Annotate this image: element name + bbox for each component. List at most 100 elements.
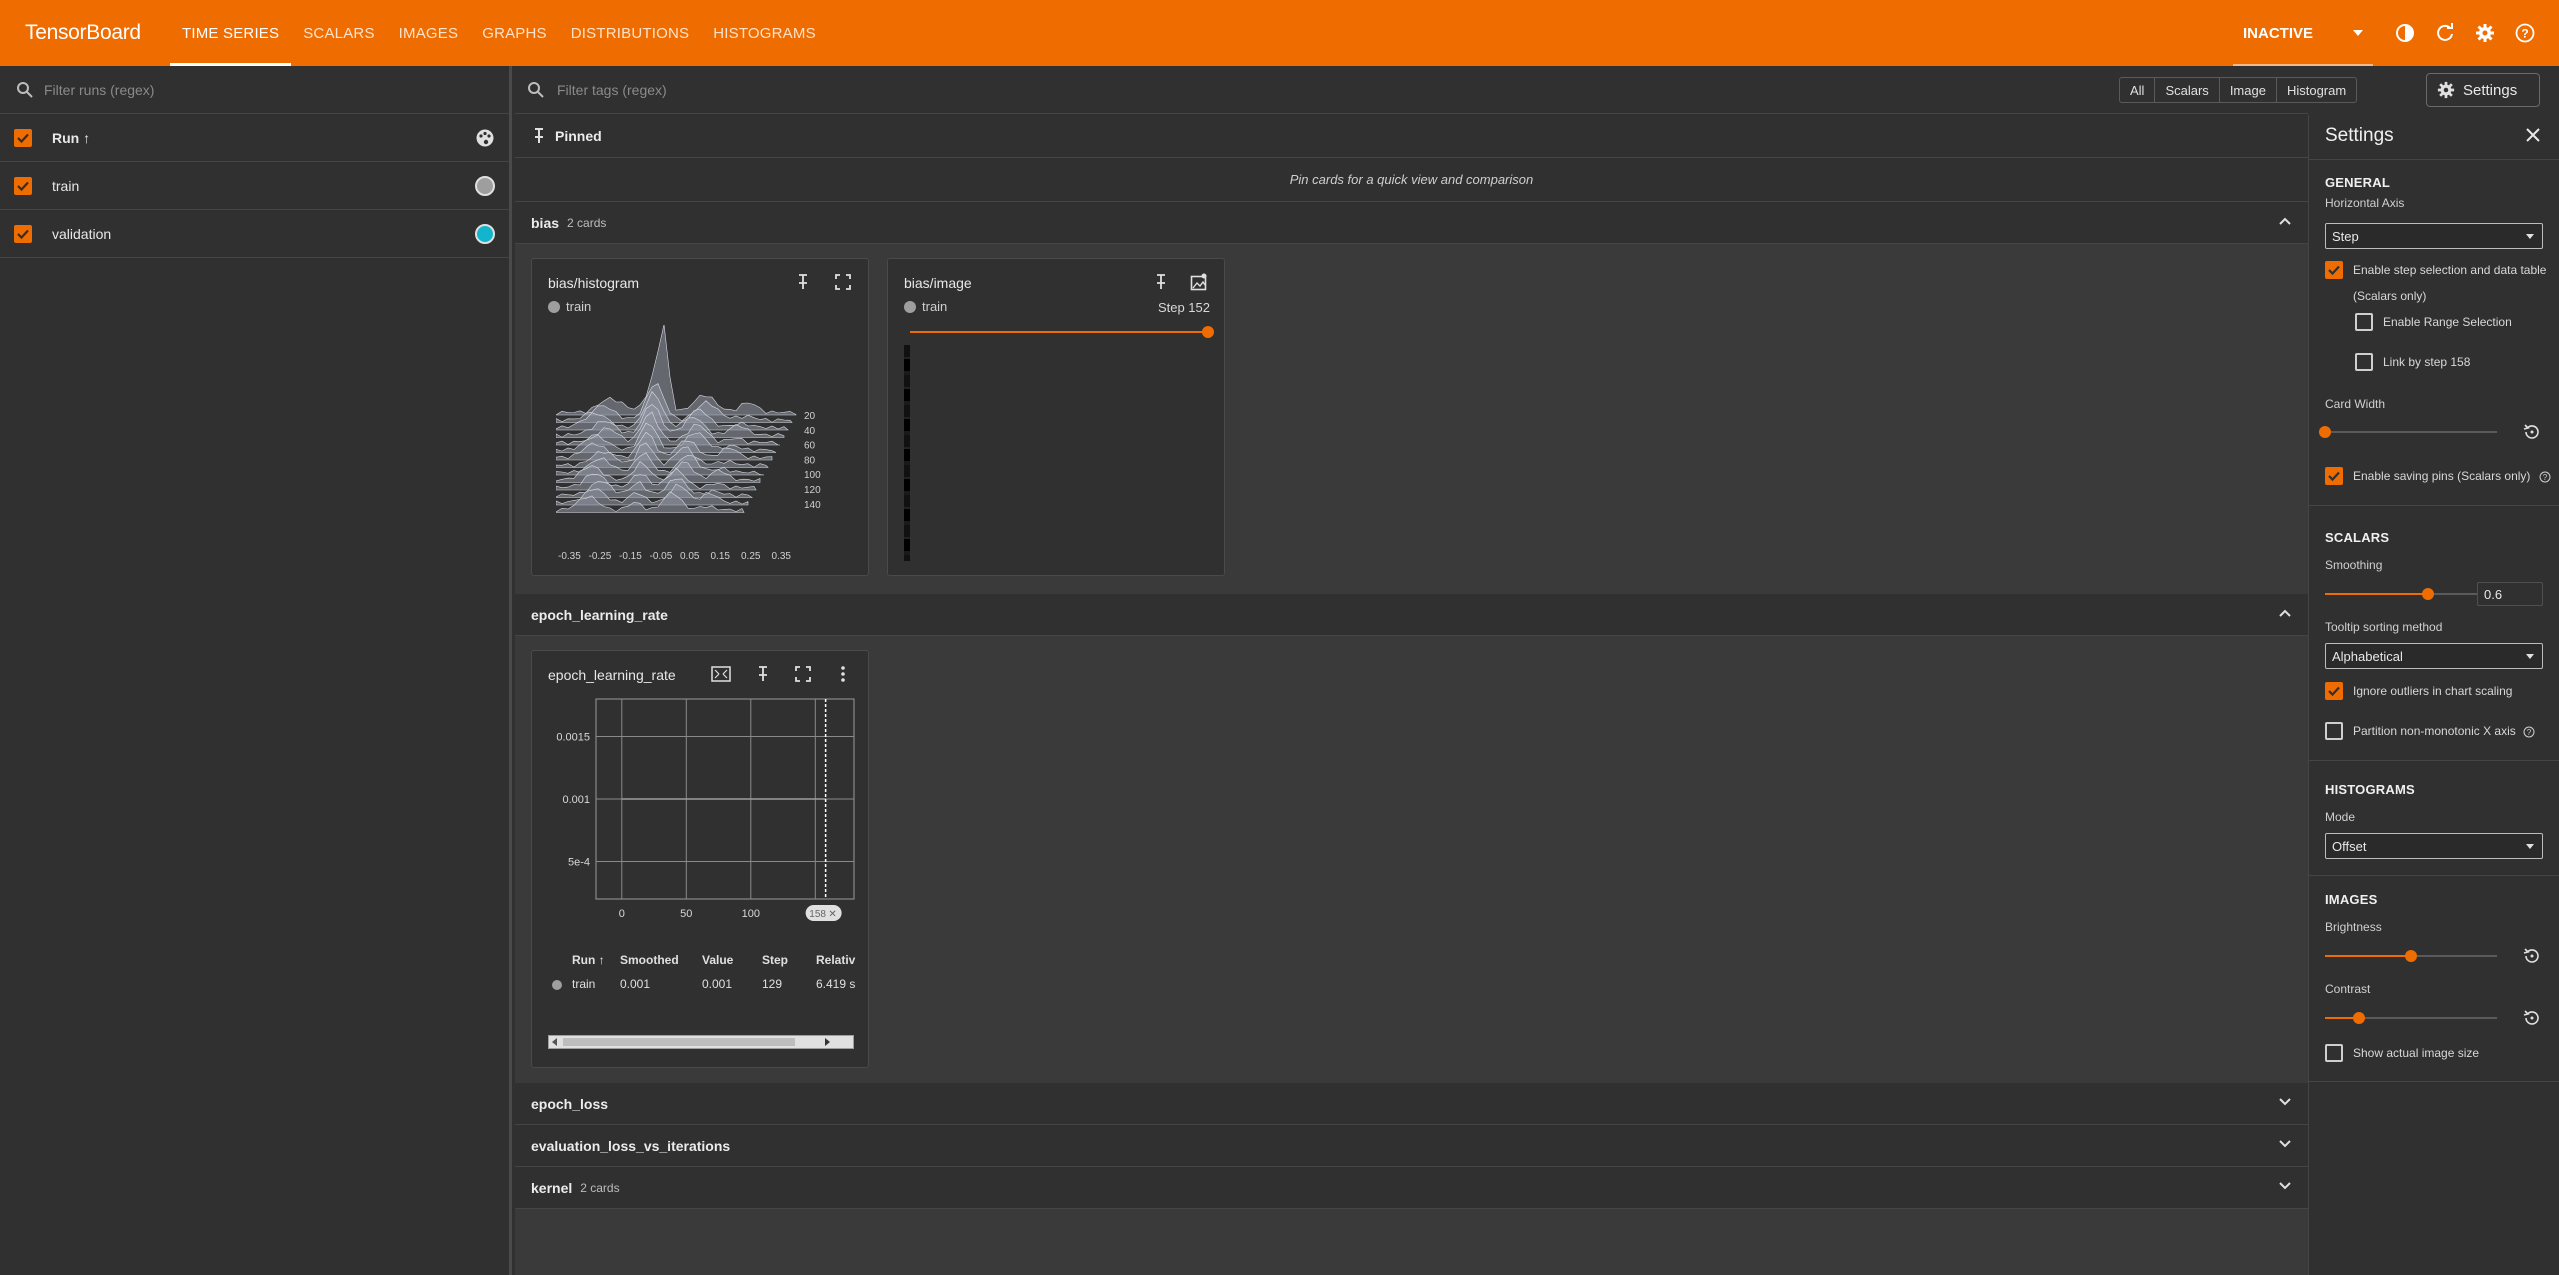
chevron-down-icon[interactable]	[2278, 1139, 2292, 1149]
run-color-validation[interactable]	[475, 223, 495, 244]
select-all-checkbox[interactable]	[14, 128, 32, 147]
close-icon[interactable]	[2525, 127, 2541, 143]
settings-toggle-button[interactable]: Settings	[2426, 73, 2540, 107]
ignore-outliers-option[interactable]: Ignore outliers in chart scaling	[2325, 678, 2512, 704]
run-column-header[interactable]: Run ↑	[52, 130, 90, 146]
tooltip-sort-value: Alphabetical	[2332, 648, 2403, 664]
table-scrollbar[interactable]	[548, 1035, 854, 1049]
smoothing-slider[interactable]	[2325, 587, 2497, 601]
pin-icon[interactable]	[792, 271, 814, 293]
actual-size-checkbox[interactable]	[2325, 1044, 2343, 1062]
run-checkbox-train[interactable]	[14, 176, 32, 195]
histogram-mode-value: Offset	[2332, 838, 2367, 854]
run-row-validation[interactable]: validation	[0, 210, 509, 258]
group-header-epoch-loss[interactable]: epoch_loss	[515, 1083, 2308, 1125]
tags-filter-input[interactable]: Filter tags (regex)	[557, 82, 667, 98]
link-by-step-option[interactable]: Link by step 158	[2355, 349, 2470, 375]
lr-cards-area: epoch_learning_rate 5e-4 0.001 0.0015 0 50 1…	[515, 636, 2308, 1083]
tab-time-series[interactable]: TIME SERIES	[170, 0, 292, 66]
partition-x-checkbox[interactable]	[2325, 722, 2343, 740]
group-header-evaluation-loss[interactable]: evaluation_loss_vs_iterations	[515, 1125, 2308, 1167]
x-tick-label: -0.15	[619, 551, 642, 562]
fullscreen-icon[interactable]	[792, 663, 814, 685]
saving-pins-option[interactable]: Enable saving pins (Scalars only)	[2325, 463, 2530, 489]
chevron-up-icon[interactable]	[2278, 216, 2292, 226]
reset-icon[interactable]	[2522, 946, 2542, 966]
ignore-outliers-checkbox[interactable]	[2325, 682, 2343, 700]
tab-histograms[interactable]: HISTOGRAMS	[701, 0, 828, 66]
run-row-train[interactable]: train	[0, 162, 509, 210]
group-header-bias[interactable]: bias 2 cards	[515, 202, 2308, 244]
horizontal-axis-select[interactable]: Step	[2325, 223, 2543, 249]
x-tick-label: 0.05	[680, 551, 700, 562]
plugin-status-dropdown[interactable]: INACTIVE	[2233, 0, 2373, 66]
search-icon	[17, 81, 33, 98]
table-header-step[interactable]: Step	[762, 953, 788, 967]
refresh-icon[interactable]	[2427, 15, 2463, 51]
dark-mode-icon[interactable]	[2387, 15, 2423, 51]
partition-x-option[interactable]: Partition non-monotonic X axis	[2325, 718, 2516, 744]
step-selection-checkbox[interactable]	[2325, 261, 2343, 279]
table-header-smoothed[interactable]: Smoothed	[620, 953, 679, 967]
table-header-value[interactable]: Value	[702, 953, 733, 967]
tab-graphs[interactable]: GRAPHS	[470, 0, 559, 66]
chevron-down-icon[interactable]	[2278, 1181, 2292, 1191]
pin-icon[interactable]	[1150, 271, 1172, 293]
pinned-section-header: Pinned	[515, 114, 2308, 158]
group-title-bias: bias	[531, 214, 560, 231]
contrast-slider[interactable]	[2325, 1011, 2497, 1025]
reset-icon[interactable]	[2522, 1008, 2542, 1028]
filter-all-button[interactable]: All	[2120, 78, 2156, 102]
more-vert-icon[interactable]	[832, 663, 854, 685]
card-title: epoch_learning_rate	[548, 667, 676, 683]
filter-image-button[interactable]: Image	[2220, 78, 2277, 102]
range-selection-option[interactable]: Enable Range Selection	[2355, 309, 2512, 335]
tags-filter-bar: Filter tags (regex) All Scalars Image Hi…	[515, 66, 2540, 114]
histogram-mode-select[interactable]: Offset	[2325, 833, 2543, 859]
chevron-down-icon[interactable]	[2278, 1097, 2292, 1107]
saving-pins-checkbox[interactable]	[2325, 467, 2343, 485]
palette-icon[interactable]	[475, 128, 495, 148]
run-label-train: train	[52, 177, 80, 194]
ignore-outliers-label: Ignore outliers in chart scaling	[2353, 684, 2513, 698]
table-header-run[interactable]: Run ↑	[572, 953, 605, 967]
chevron-up-icon[interactable]	[2278, 608, 2292, 618]
image-step-slider[interactable]	[910, 325, 1214, 339]
run-color-train[interactable]	[475, 175, 495, 196]
group-title-evaluation-loss: evaluation_loss_vs_iterations	[531, 1137, 731, 1154]
filter-scalars-button[interactable]: Scalars	[2155, 78, 2220, 102]
group-header-epoch-learning-rate[interactable]: epoch_learning_rate	[515, 594, 2308, 636]
group-header-kernel[interactable]: kernel 2 cards	[515, 1167, 2308, 1209]
help-icon[interactable]: ?	[2539, 471, 2551, 483]
scalar-card: epoch_learning_rate 5e-4 0.001 0.0015 0 50 1…	[531, 650, 869, 1068]
tab-distributions[interactable]: DISTRIBUTIONS	[559, 0, 701, 66]
tab-images[interactable]: IMAGES	[387, 0, 471, 66]
card-width-slider[interactable]	[2319, 425, 2497, 439]
image-adjust-icon[interactable]	[1188, 271, 1210, 293]
help-icon[interactable]: ?	[2523, 726, 2535, 738]
gear-icon[interactable]	[2467, 15, 2503, 51]
chevron-left-icon[interactable]	[551, 1038, 559, 1046]
fit-domain-icon[interactable]	[710, 663, 732, 685]
card-type-filter: All Scalars Image Histogram	[2119, 77, 2358, 103]
step-selection-option[interactable]: Enable step selection and data table (Sc…	[2325, 257, 2553, 309]
x-tick-label: 100	[742, 908, 760, 920]
tab-scalars[interactable]: SCALARS	[291, 0, 386, 66]
main-content: Filter tags (regex) All Scalars Image Hi…	[515, 66, 2540, 1275]
reset-icon[interactable]	[2522, 422, 2542, 442]
fullscreen-icon[interactable]	[832, 271, 854, 293]
help-icon[interactable]: ?	[2507, 15, 2543, 51]
filter-histogram-button[interactable]: Histogram	[2277, 78, 2356, 102]
table-header-relative[interactable]: Relativ	[816, 953, 860, 967]
run-checkbox-validation[interactable]	[14, 224, 32, 243]
pin-icon[interactable]	[752, 663, 774, 685]
range-selection-checkbox[interactable]	[2355, 313, 2373, 331]
pinned-title: Pinned	[555, 127, 602, 144]
link-by-step-checkbox[interactable]	[2355, 353, 2373, 371]
runs-filter[interactable]: Filter runs (regex)	[0, 66, 509, 114]
tooltip-sort-select[interactable]: Alphabetical	[2325, 643, 2543, 669]
brightness-slider[interactable]	[2325, 949, 2497, 963]
smoothing-input[interactable]: 0.6	[2477, 582, 2543, 606]
chevron-right-icon[interactable]	[823, 1038, 831, 1046]
actual-size-option[interactable]: Show actual image size	[2325, 1040, 2479, 1066]
